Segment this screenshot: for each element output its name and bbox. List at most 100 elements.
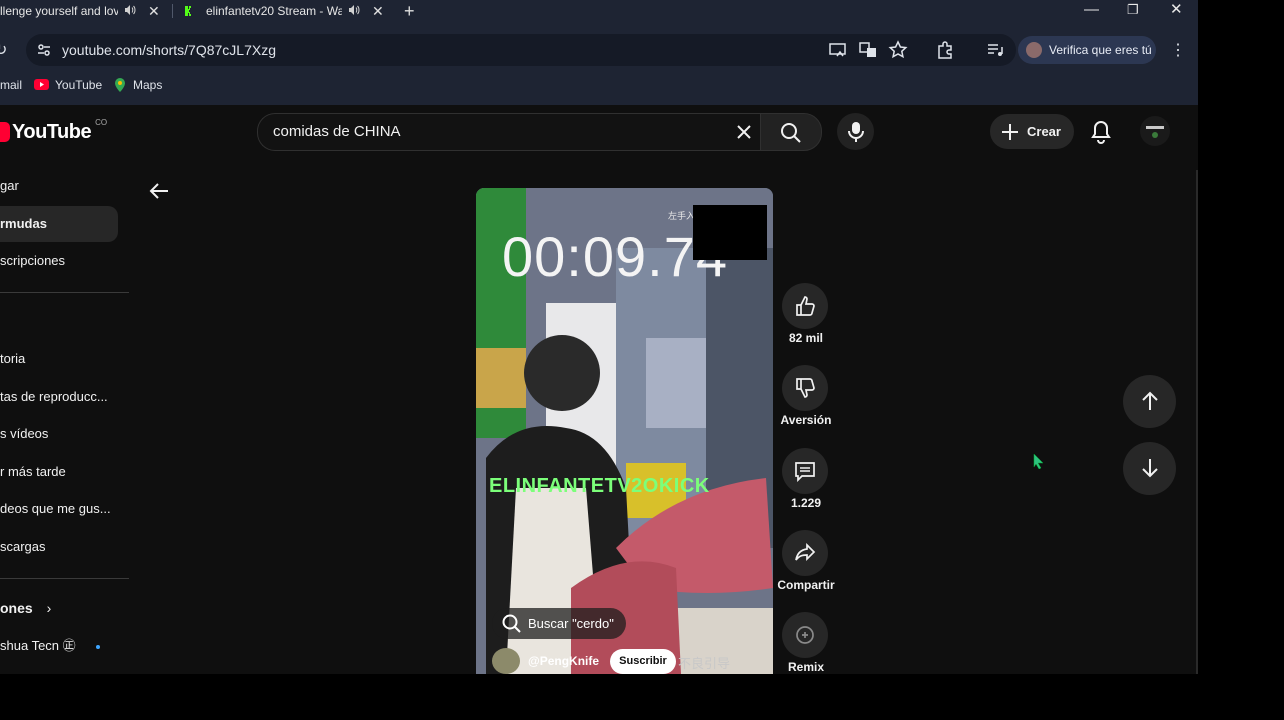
search-icon [781,123,801,143]
comment-icon [795,462,815,482]
subscriptions-heading-label: ones [0,600,33,616]
sidebar-item-subscriptions[interactable]: scripciones [0,243,118,279]
sidebar-item-label: r más tarde [0,464,66,479]
maps-pin-icon [115,77,125,92]
short-video-player[interactable]: 左手入 00:09.74 ELINFANTETV2OKICK Buscar "c… [476,188,773,674]
profile-button[interactable]: Verifica que eres tú [1018,36,1156,64]
restore-button[interactable]: ❐ [1127,0,1139,22]
overlay-small-text: 左手入 [668,211,696,221]
bookmark-star-icon[interactable] [888,40,908,60]
subscribe-button[interactable]: Suscribir [610,649,676,674]
voice-search-button[interactable] [837,113,874,150]
sidebar-divider [0,292,129,293]
sidebar-item-watch-later[interactable]: r más tarde [0,454,118,490]
profile-avatar [1026,42,1042,58]
youtube-favicon-icon [34,79,49,90]
sidebar-item-home[interactable]: gar [0,168,118,204]
speaker-icon[interactable] [124,4,136,19]
site-settings-icon[interactable] [36,42,52,58]
tab-title: llenge yourself and love [0,4,118,18]
tab-strip: llenge yourself and love ✕ elinfantetv20… [0,0,1198,22]
subscriptions-heading[interactable]: ones › [0,600,51,616]
sidebar-divider [0,578,129,579]
close-tab-icon[interactable]: ✕ [148,3,160,20]
profile-label: Verifica que eres tú [1049,43,1152,57]
search-button[interactable] [760,113,822,151]
sidebar-item-label: scargas [0,539,46,554]
youtube-play-icon [0,122,10,142]
youtube-header: YouTube CO comidas de CHINA Crear [0,105,1198,159]
notifications-bell-icon[interactable] [1088,119,1114,145]
sidebar-item-history[interactable]: toria [0,341,118,377]
tab-divider [172,4,173,18]
channel-avatar[interactable] [492,648,520,674]
user-avatar[interactable] [1140,116,1170,146]
reload-icon[interactable]: ↻ [0,40,7,60]
clear-search-icon[interactable] [732,120,756,144]
cast-icon[interactable] [828,40,848,60]
sidebar-item-shorts[interactable]: rmudas [0,206,118,242]
bookmark-label: YouTube [55,77,103,92]
tab-title: elinfantetv20 Stream - Watc [206,4,342,18]
close-tab-icon[interactable]: ✕ [372,3,384,20]
kick-logo-icon [185,6,191,16]
remix-button[interactable] [782,612,828,658]
search-input[interactable]: comidas de CHINA [273,114,401,150]
sidebar-subscription-item[interactable]: shua Tecn ㊣ [0,628,100,664]
related-search-label: Buscar "cerdo" [528,616,614,631]
translate-icon[interactable] [858,40,878,60]
media-controls-icon[interactable] [985,40,1005,60]
minimize-button[interactable]: — [1084,0,1099,22]
screen-edge [1198,0,1284,720]
thumbs-down-icon [796,378,815,398]
remix-icon [796,626,814,644]
create-button[interactable]: Crear [990,114,1074,149]
plus-icon [1002,124,1018,140]
related-search-pill[interactable]: Buscar "cerdo" [492,608,626,639]
arrow-up-icon [1142,391,1158,410]
mouse-cursor-icon [1033,453,1044,469]
bookmark-gmail[interactable]: mail [0,68,22,101]
search-icon [502,614,521,633]
stream-watermark: ELINFANTETV2OKICK [489,475,710,497]
bookmark-youtube[interactable]: YouTube [34,68,102,101]
create-label: Crear [1027,124,1061,139]
bookmarks-bar: mail YouTube Maps [0,68,1198,105]
sidebar-item-label: rmudas [0,216,47,231]
dislike-button[interactable] [782,365,828,411]
back-arrow-icon[interactable] [148,180,170,202]
bookmark-label: Maps [133,77,163,92]
channel-row[interactable]: @PengKnife [492,648,599,674]
remix-label: Remix [787,660,825,674]
close-window-button[interactable]: ✕ [1170,0,1183,22]
sidebar-item-downloads[interactable]: scargas [0,529,118,565]
sidebar: gar rmudas scripciones toria tas de repr… [0,159,140,674]
sidebar-item-label: shua Tecn ㊣ [0,638,76,653]
browser-menu-icon[interactable]: ⋮ [1170,40,1186,60]
video-caption: 不良引导 [678,656,731,671]
search-box[interactable]: comidas de CHINA [257,113,760,151]
sidebar-item-playlists[interactable]: tas de reproducc... [0,379,118,415]
tab-inactive[interactable]: llenge yourself and love ✕ [0,0,168,22]
microphone-icon [848,122,864,142]
sidebar-item-your-videos[interactable]: s vídeos [0,416,118,452]
bookmark-maps[interactable]: Maps [114,68,162,101]
youtube-logo[interactable]: YouTube CO [0,117,108,145]
next-short-button[interactable] [1123,442,1176,495]
speaker-icon[interactable] [348,4,360,19]
previous-short-button[interactable] [1123,375,1176,428]
country-code: CO [95,117,108,127]
sidebar-item-liked-videos[interactable]: deos que me gus... [0,491,118,527]
channel-handle[interactable]: @PengKnife [528,654,599,668]
share-button[interactable] [782,530,828,576]
sidebar-item-label: toria [0,351,26,366]
sidebar-item-label: scripciones [0,253,66,268]
sidebar-item-label: s vídeos [0,426,49,441]
share-label: Compartir [777,578,835,592]
like-button[interactable] [782,283,828,329]
tab-active[interactable]: elinfantetv20 Stream - Watc ✕ [184,0,394,22]
screen-bottom [0,674,1284,720]
extensions-icon[interactable] [935,40,955,60]
new-tab-button[interactable]: + [404,0,415,22]
comments-button[interactable] [782,448,828,494]
